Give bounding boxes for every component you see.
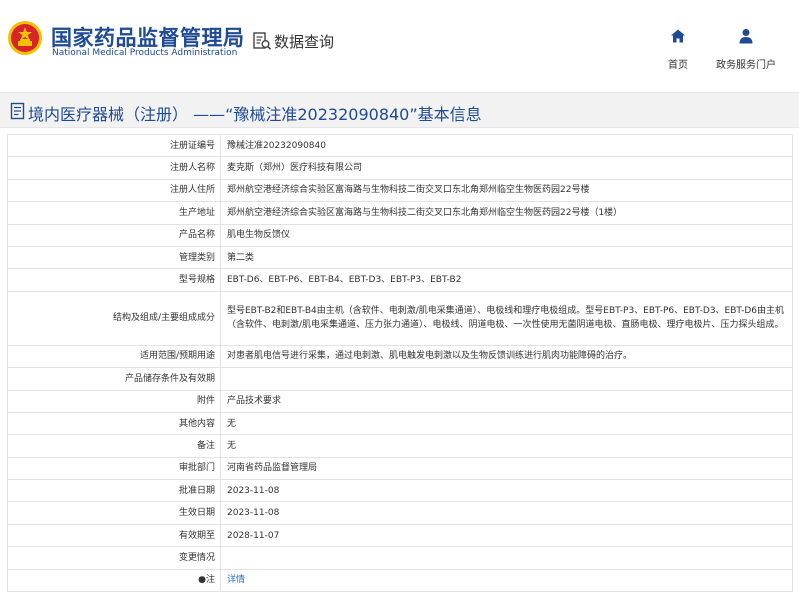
field-value: [220, 546, 793, 570]
table-row: 注册证编号 豫械注准20232090840: [7, 133, 793, 158]
table-row: 结构及组成/主要组成成分 型号EBT-B2和EBT-B4由主机（含软件、电刺激/…: [7, 290, 793, 346]
table-row: 批准日期 2023-11-08: [7, 479, 793, 503]
device-info-table: 注册证编号 豫械注准20232090840 注册人名称 麦克斯（郑州）医疗科技有…: [7, 133, 793, 593]
table-row: 型号规格 EBT-D6、EBT-P6、EBT-B4、EBT-D3、EBT-P3、…: [7, 268, 793, 292]
field-label: 产品储存条件及有效期: [7, 367, 221, 391]
table-row: ●注 详情: [7, 568, 793, 593]
field-label: 生产地址: [7, 201, 221, 225]
field-value: 对患者肌电信号进行采集，通过电刺激、肌电触发电刺激以及生物反馈训练进行肌肉功能障…: [220, 344, 793, 369]
nav-service-portal-label: 政务服务门户: [716, 60, 776, 71]
data-query-icon: [253, 32, 272, 50]
field-value: 产品技术要求: [220, 389, 793, 413]
field-value: 型号EBT-B2和EBT-B4由主机（含软件、电刺激/肌电采集通道）、电极线和理…: [220, 290, 793, 346]
field-label: 批准日期: [7, 479, 221, 503]
table-row: 注册人住所 郑州航空港经济综合实验区富海路与生物科技二街交叉口东北角郑州临空生物…: [7, 178, 793, 203]
field-label: 注册人住所: [7, 178, 221, 203]
table-row: 备注 无: [7, 434, 793, 458]
field-value: 肌电生物反馈仪: [220, 223, 793, 247]
table-row: 注册人名称 麦克斯（郑州）医疗科技有限公司: [7, 156, 793, 180]
table-row: 管理类别 第二类: [7, 245, 793, 270]
page-title: 境内医疗器械（注册） ——“豫械注准20232090840”基本信息: [28, 105, 482, 124]
table-row: 产品储存条件及有效期: [7, 367, 793, 391]
field-value: 河南省药品监督管理局: [220, 456, 793, 481]
table-row: 生效日期 2023-11-08: [7, 501, 793, 525]
field-value: 2023-11-08: [220, 479, 793, 503]
field-label: 生效日期: [7, 501, 221, 525]
field-label: 适用范围/预期用途: [7, 344, 221, 369]
field-label: 附件: [7, 389, 221, 413]
field-value: [220, 367, 793, 391]
field-value: 郑州航空港经济综合实验区富海路与生物科技二街交叉口东北角郑州临空生物医药园22号…: [220, 201, 793, 225]
field-label: 备注: [7, 434, 221, 458]
table-row: 产品名称 肌电生物反馈仪: [7, 223, 793, 247]
data-query-label[interactable]: 数据查询: [274, 31, 334, 52]
field-label: 产品名称: [7, 223, 221, 247]
page-title-bar: 境内医疗器械（注册） ——“豫械注准20232090840”基本信息: [0, 92, 799, 128]
document-icon: [10, 102, 25, 120]
field-value: 无: [220, 434, 793, 458]
field-label: 结构及组成/主要组成成分: [7, 290, 221, 346]
home-icon: [671, 29, 685, 43]
nav-home-label: 首页: [668, 60, 688, 71]
table-row: 生产地址 郑州航空港经济综合实验区富海路与生物科技二街交叉口东北角郑州临空生物医…: [7, 201, 793, 225]
national-emblem-icon: [8, 21, 42, 55]
field-value: 无: [220, 411, 793, 436]
site-logo-subtitle: National Medical Products Administration: [52, 48, 238, 58]
field-value: 豫械注准20232090840: [220, 133, 793, 158]
field-label: 有效期至: [7, 523, 221, 548]
field-label: ●注: [7, 568, 221, 593]
nav-service-portal[interactable]: 政务服务门户: [713, 28, 779, 71]
table-row: 变更情况: [7, 546, 793, 570]
site-header: 国家药品监督管理局 National Medical Products Admi…: [0, 0, 799, 88]
nav-home[interactable]: 首页: [662, 28, 694, 71]
field-label: 型号规格: [7, 268, 221, 292]
table-row: 附件 产品技术要求: [7, 389, 793, 413]
field-label: 其他内容: [7, 411, 221, 436]
field-value: 2028-11-07: [220, 523, 793, 548]
field-value: 2023-11-08: [220, 501, 793, 525]
details-link[interactable]: 详情: [227, 575, 245, 585]
table-row: 其他内容 无: [7, 411, 793, 436]
field-label: 注册证编号: [7, 133, 221, 158]
field-label: 管理类别: [7, 245, 221, 270]
table-row: 有效期至 2028-11-07: [7, 523, 793, 548]
field-value: EBT-D6、EBT-P6、EBT-B4、EBT-D3、EBT-P3、EBT-B…: [220, 268, 793, 292]
field-label: 审批部门: [7, 456, 221, 481]
field-value: 第二类: [220, 245, 793, 270]
field-value: 郑州航空港经济综合实验区富海路与生物科技二街交叉口东北角郑州临空生物医药园22号…: [220, 178, 793, 203]
table-row: 审批部门 河南省药品监督管理局: [7, 456, 793, 481]
field-label: 变更情况: [7, 546, 221, 570]
field-label: 注册人名称: [7, 156, 221, 180]
user-icon: [739, 29, 753, 44]
field-value: 麦克斯（郑州）医疗科技有限公司: [220, 156, 793, 180]
table-row: 适用范围/预期用途 对患者肌电信号进行采集，通过电刺激、肌电触发电刺激以及生物反…: [7, 344, 793, 369]
field-value: 详情: [220, 568, 793, 593]
